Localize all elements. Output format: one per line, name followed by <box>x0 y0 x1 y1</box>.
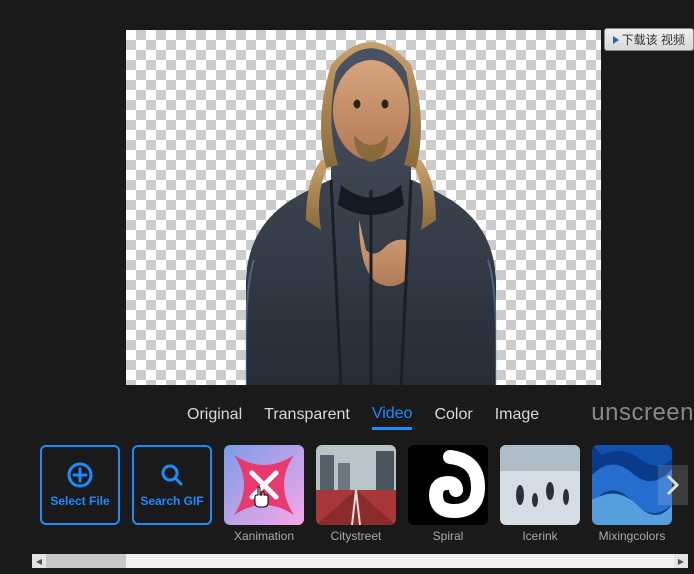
scrollbar-thumb[interactable] <box>46 554 126 568</box>
thumbnail-label: Citystreet <box>331 529 382 543</box>
scrollbar-right-button[interactable]: ▶ <box>674 554 688 568</box>
search-gif-label: Search GIF <box>140 494 203 508</box>
thumbnail-label: Mixingcolors <box>599 529 666 543</box>
select-file-button[interactable]: Select File <box>40 445 120 525</box>
preview-canvas <box>126 30 601 385</box>
download-video-badge[interactable]: 下载该 视频 <box>604 28 694 51</box>
select-file-label: Select File <box>50 494 109 508</box>
tab-color[interactable]: Color <box>434 406 472 428</box>
scrollbar-left-button[interactable]: ◀ <box>32 554 46 568</box>
tab-original[interactable]: Original <box>187 406 242 428</box>
thumbnail-citystreet[interactable]: Citystreet <box>316 445 396 553</box>
thumbnail-xanimation[interactable]: Xanimation <box>224 445 304 553</box>
search-icon <box>159 462 185 488</box>
thumbnail-spiral[interactable]: Spiral <box>408 445 488 553</box>
tab-image[interactable]: Image <box>495 406 539 428</box>
icerink-icon <box>500 445 580 525</box>
thumbnail-label: Icerink <box>522 529 557 543</box>
download-video-label: 下载该 视频 <box>622 31 685 48</box>
play-icon <box>613 36 619 44</box>
brand-label: unscreen <box>591 399 694 427</box>
plus-circle-icon <box>67 462 93 488</box>
horizontal-scrollbar[interactable]: ◀ ▶ <box>32 554 688 568</box>
search-gif-button[interactable]: Search GIF <box>132 445 212 525</box>
thumbnail-label: Xanimation <box>234 529 294 543</box>
chevron-right-icon <box>665 473 681 497</box>
subject-silhouette <box>126 30 601 385</box>
thumbnail-label: Spiral <box>433 529 464 543</box>
background-tabs: Original Transparent Video Color Image u… <box>32 403 694 431</box>
thumbnail-icerink[interactable]: Icerink <box>500 445 580 553</box>
tab-transparent[interactable]: Transparent <box>264 406 350 428</box>
scroll-right-button[interactable] <box>658 465 688 505</box>
cursor-hand-icon <box>252 485 272 509</box>
citystreet-icon <box>316 445 396 525</box>
tab-video[interactable]: Video <box>372 405 413 430</box>
scrollbar-track[interactable] <box>46 554 674 568</box>
spiral-icon <box>408 445 488 525</box>
